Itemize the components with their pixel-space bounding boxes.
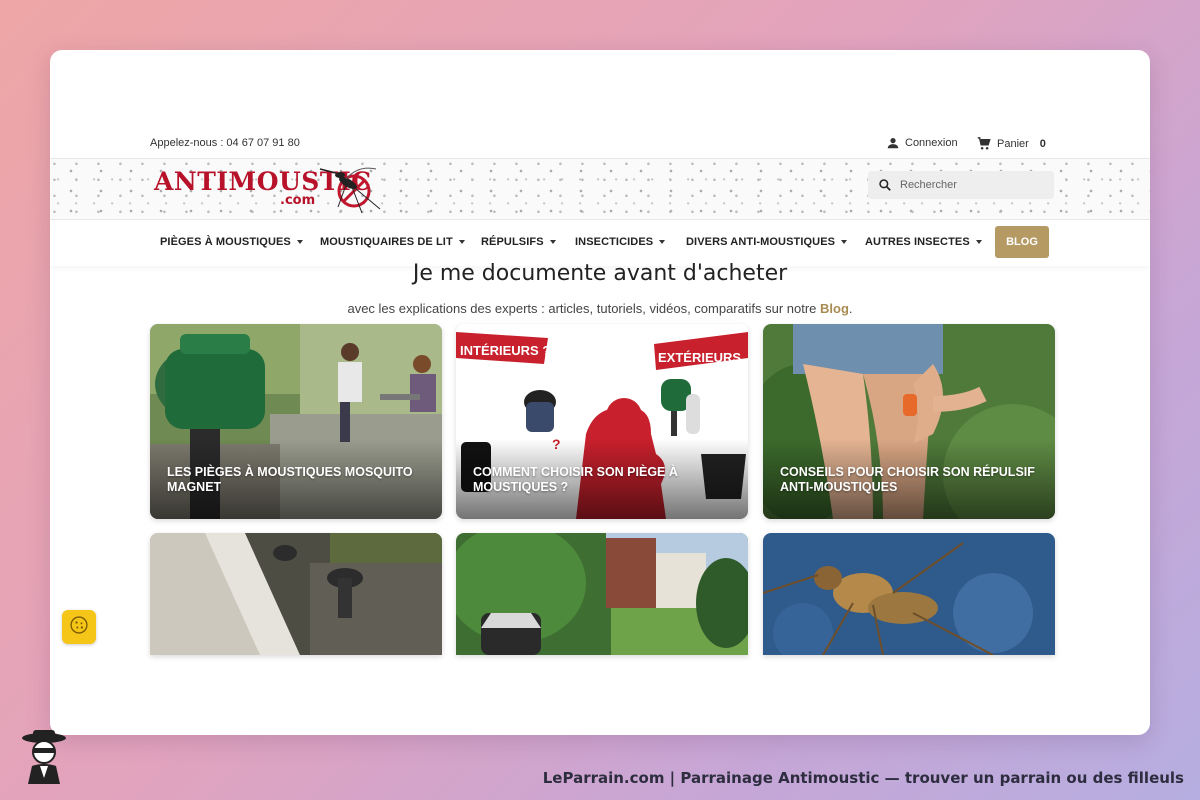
nav-item-insecticides[interactable]: INSECTICIDES [575,236,666,248]
section-subtitle: avec les explications des experts : arti… [50,301,1150,316]
terrace-trap-image [150,533,442,655]
nav-item-repulsifs[interactable]: RÉPULSIFS [481,236,556,248]
article-card-6[interactable] [763,533,1055,655]
cart-label: Panier [997,137,1029,150]
blog-button[interactable]: BLOG [995,226,1049,258]
leparrain-mascot-icon [18,728,70,789]
nav-label: AUTRES INSECTES [865,236,970,248]
search-icon[interactable] [878,178,892,192]
article-card-repulsif[interactable]: CONSEILS POUR CHOISIR SON RÉPULSIF ANTI-… [763,324,1055,519]
nav-label: MOUSTIQUAIRES DE LIT [320,236,453,248]
cart-link[interactable]: Panier 0 [976,136,1046,151]
card-title: LES PIÈGES À MOUSTIQUES MOSQUITO MAGNET [167,465,413,494]
caret-down-icon [296,240,303,244]
nav-label: RÉPULSIFS [481,236,544,248]
cart-icon [976,136,992,151]
search-box[interactable] [868,171,1054,199]
article-card-5[interactable] [456,533,748,655]
site-header: ANTIMOUSTIC .com [50,158,1150,220]
subtitle-end: . [848,301,853,316]
section-title: Je me documente avant d'acheter [412,261,788,286]
caret-down-icon [975,240,982,244]
logo-domain: .com [280,193,316,208]
nav-item-divers[interactable]: DIVERS ANTI-MOUSTIQUES [686,236,848,248]
nav-label: PIÈGES À MOUSTIQUES [160,236,291,248]
nav-label: DIVERS ANTI-MOUSTIQUES [686,236,836,248]
cookie-icon [69,615,89,640]
cart-count: 0 [1039,137,1046,150]
svg-text:?: ? [626,409,635,425]
user-icon [886,136,900,150]
browser-frame: Appelez-nous : 04 67 07 91 80 Connexion … [50,50,1150,735]
caret-down-icon [659,240,666,244]
login-link[interactable]: Connexion [886,136,958,150]
search-input[interactable] [900,179,1040,191]
caret-down-icon [549,240,556,244]
mosquito-closeup-image [763,533,1055,655]
nav-item-autres-insectes[interactable]: AUTRES INSECTES [865,236,982,248]
subtitle-text: avec les explications des experts : arti… [347,301,821,316]
card-title: COMMENT CHOISIR SON PIÈGE À MOUSTIQUES ? [473,465,678,494]
garden-house-image [456,533,748,655]
article-card-mosquito-magnet[interactable]: LES PIÈGES À MOUSTIQUES MOSQUITO MAGNET [150,324,442,519]
tag-exterieurs: EXTÉRIEURS [658,350,741,365]
cookie-settings-button[interactable] [62,610,96,644]
top-contact-bar: Appelez-nous : 04 67 07 91 80 Connexion … [50,132,1150,158]
article-card-4[interactable] [150,533,442,655]
mosquito-logo-icon [318,163,390,222]
site-logo[interactable]: ANTIMOUSTIC .com [150,163,390,217]
login-label: Connexion [905,137,958,149]
caret-down-icon [458,240,465,244]
phone-number[interactable]: Appelez-nous : 04 67 07 91 80 [150,137,300,149]
footer-caption: LeParrain.com | Parrainage Antimoustic —… [542,769,1184,787]
main-nav: PIÈGES À MOUSTIQUES MOUSTIQUAIRES DE LIT… [50,222,1150,266]
tag-interieurs: INTÉRIEURS ? [460,343,550,358]
article-card-choisir-piege[interactable]: INTÉRIEURS ? EXTÉRIEURS ? ? COMMENT CHOI… [456,324,748,519]
nav-label: INSECTICIDES [575,236,654,248]
nav-item-pieges[interactable]: PIÈGES À MOUSTIQUES [160,236,303,248]
caret-down-icon [841,240,848,244]
nav-item-moustiquaires[interactable]: MOUSTIQUAIRES DE LIT [320,236,465,248]
blog-link[interactable]: Blog [820,301,849,316]
card-title: CONSEILS POUR CHOISIR SON RÉPULSIF ANTI-… [780,465,1035,494]
